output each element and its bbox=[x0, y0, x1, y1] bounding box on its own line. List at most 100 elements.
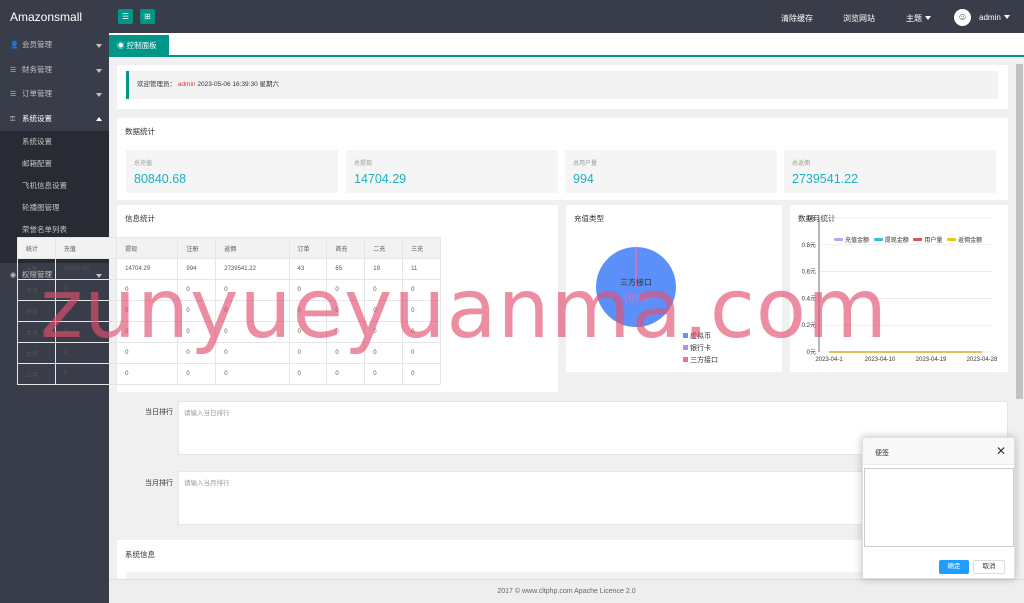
table-cell: 80840.68 bbox=[54, 258, 118, 280]
legend-label: 三方接口 bbox=[690, 357, 718, 364]
table-row: 本月 0 0 0 0 0 0 0 0 bbox=[17, 342, 441, 364]
clear-cache-link[interactable]: 清除缓存 bbox=[781, 13, 813, 24]
database-icon: ☰ bbox=[10, 91, 17, 98]
submenu-item-email[interactable]: 邮箱配置 bbox=[0, 153, 109, 175]
sidebar-item-finance[interactable]: ☰ 财务管理 bbox=[0, 58, 109, 83]
x-tick-label: 2023-04-19 bbox=[916, 357, 947, 363]
theme-menu[interactable]: 主题 bbox=[906, 13, 931, 24]
table-cell: 0 bbox=[116, 300, 179, 322]
welcome-card: 欢迎管理员： admin 2023-05-06 16:39:30 星期六 bbox=[117, 65, 1008, 109]
scrollbar[interactable] bbox=[1015, 57, 1024, 579]
table-cell: 0 bbox=[215, 363, 290, 385]
x-tick-label: 2023-04-1 bbox=[815, 357, 843, 363]
table-cell: 0 bbox=[364, 342, 404, 364]
table-cell: 11 bbox=[402, 258, 441, 280]
table-cell: 2739541.22 bbox=[215, 258, 290, 280]
fullscreen-button[interactable]: ⊞ bbox=[140, 9, 155, 24]
note-textarea[interactable] bbox=[864, 468, 1014, 547]
note-popup: 便签 ✕ 确定 取消 bbox=[862, 437, 1015, 579]
table-cell: 0 bbox=[326, 321, 366, 343]
table-cell: 0 bbox=[288, 342, 328, 364]
table-cell: 0 bbox=[54, 300, 118, 322]
submenu-item-flight[interactable]: 飞机信息设置 bbox=[0, 175, 109, 197]
table-header-cell: 三充 bbox=[402, 237, 441, 259]
table-cell: 0 bbox=[402, 279, 441, 301]
table-cell: 0 bbox=[215, 342, 290, 364]
info-table: 统计 充值 提现 注册 返佣 订单 首充 二充 三充 总数 80840.68 14704.29 994 2… bbox=[17, 237, 441, 385]
table-row: 今日 0 0 0 0 0 0 0 0 bbox=[17, 279, 441, 301]
stat-label: 总用户量 bbox=[573, 161, 598, 167]
user-menu[interactable]: admin bbox=[979, 13, 1010, 22]
stat-value: 80840.68 bbox=[134, 172, 187, 186]
table-cell: 0 bbox=[402, 342, 441, 364]
stat-total-withdraw: 总提现 14704.29 bbox=[346, 150, 558, 193]
pie-center-value: (0%) bbox=[624, 292, 647, 304]
tab-dashboard[interactable]: ◉ 控制面板 bbox=[109, 35, 169, 56]
user-name: admin bbox=[979, 13, 1001, 22]
user-icon: 👤 bbox=[10, 42, 19, 49]
footer: 2017 © www.cltphp.com Apache Licence 2.0 bbox=[109, 579, 1024, 603]
table-cell: 0 bbox=[402, 363, 441, 385]
dashboard-icon: ◉ bbox=[117, 41, 125, 50]
recharge-pie-chart: 三方接口 (0%) bbox=[596, 247, 676, 327]
table-header-cell: 提现 bbox=[116, 237, 179, 259]
cancel-button[interactable]: 取消 bbox=[973, 560, 1005, 574]
table-cell: 0 bbox=[326, 279, 366, 301]
table-cell: 19 bbox=[364, 258, 404, 280]
table-cell: 0 bbox=[177, 279, 217, 301]
submenu-item-carousel[interactable]: 轮播图管理 bbox=[0, 197, 109, 219]
submenu-item-system[interactable]: 系统设置 bbox=[0, 131, 109, 153]
browse-site-link[interactable]: 浏览网站 bbox=[843, 13, 875, 24]
sidebar-item-settings[interactable]: ⚿ 系统设置 bbox=[0, 107, 109, 132]
legend-item[interactable]: 三方接口 bbox=[683, 355, 718, 367]
stat-total-recharge: 总充值 80840.68 bbox=[126, 150, 338, 193]
legend-item[interactable]: 虚拟币 bbox=[683, 331, 718, 343]
stat-total-commission: 总返佣 2739541.22 bbox=[784, 150, 996, 193]
top-bar: Amazonsmall ☰ ⊞ 清除缓存 浏览网站 主题 ☺ admin bbox=[0, 0, 1024, 33]
table-cell: 0 bbox=[364, 279, 404, 301]
table-cell: 0 bbox=[177, 342, 217, 364]
table-header-cell: 返佣 bbox=[215, 237, 290, 259]
table-cell: 43 bbox=[288, 258, 328, 280]
table-cell: 0 bbox=[326, 363, 366, 385]
table-row: 本周 0 0 0 0 0 0 0 0 bbox=[17, 321, 441, 343]
scrollbar-thumb[interactable] bbox=[1016, 64, 1023, 399]
table-cell: 0 bbox=[177, 321, 217, 343]
stat-total-users: 总用户量 994 bbox=[565, 150, 777, 193]
table-cell: 0 bbox=[402, 300, 441, 322]
avatar[interactable]: ☺ bbox=[954, 9, 971, 26]
table-cell: 0 bbox=[402, 321, 441, 343]
day-rank-label: 当日排行 bbox=[145, 409, 173, 416]
table-cell: 本月 bbox=[17, 342, 56, 364]
legend-swatch bbox=[683, 357, 688, 362]
app-logo[interactable]: Amazonsmall bbox=[10, 10, 82, 24]
table-cell: 0 bbox=[215, 300, 290, 322]
monthly-line-chart: 0元 0.2元 0.4元 0.6元 0.8元 1元 2023-04-1 2023-04-10 2… bbox=[802, 215, 998, 363]
menu-toggle-button[interactable]: ☰ bbox=[118, 9, 133, 24]
table-cell: 0 bbox=[364, 363, 404, 385]
stat-value: 994 bbox=[573, 172, 594, 186]
table-row: 上月 0 0 0 0 0 0 0 0 bbox=[17, 363, 441, 385]
table-header-cell: 充值 bbox=[54, 237, 118, 259]
table-cell: 0 bbox=[54, 342, 118, 364]
pie-center-label: 三方接口 bbox=[620, 277, 652, 287]
table-cell: 0 bbox=[177, 363, 217, 385]
key-icon: ⚿ bbox=[10, 115, 16, 123]
legend-swatch bbox=[683, 345, 688, 350]
table-header-cell: 订单 bbox=[288, 237, 328, 259]
confirm-button[interactable]: 确定 bbox=[939, 560, 969, 574]
legend-item[interactable]: 银行卡 bbox=[683, 343, 718, 355]
legend-swatch bbox=[683, 333, 688, 338]
table-cell: 本周 bbox=[17, 321, 56, 343]
popup-title: 便签 bbox=[875, 450, 889, 457]
table-cell: 65 bbox=[326, 258, 366, 280]
stat-label: 总提现 bbox=[354, 161, 373, 167]
theme-label: 主题 bbox=[906, 14, 922, 23]
table-header-cell: 首充 bbox=[326, 237, 366, 259]
stat-value: 14704.29 bbox=[354, 172, 407, 186]
table-row: 总数 80840.68 14704.29 994 2739541.22 43 65 19 11 bbox=[17, 258, 441, 280]
close-icon[interactable]: ✕ bbox=[996, 444, 1006, 458]
chevron-down-icon bbox=[1003, 15, 1010, 19]
sidebar-item-orders[interactable]: ☰ 订单管理 bbox=[0, 82, 109, 107]
sidebar-item-members[interactable]: 👤 会员管理 bbox=[0, 33, 109, 58]
